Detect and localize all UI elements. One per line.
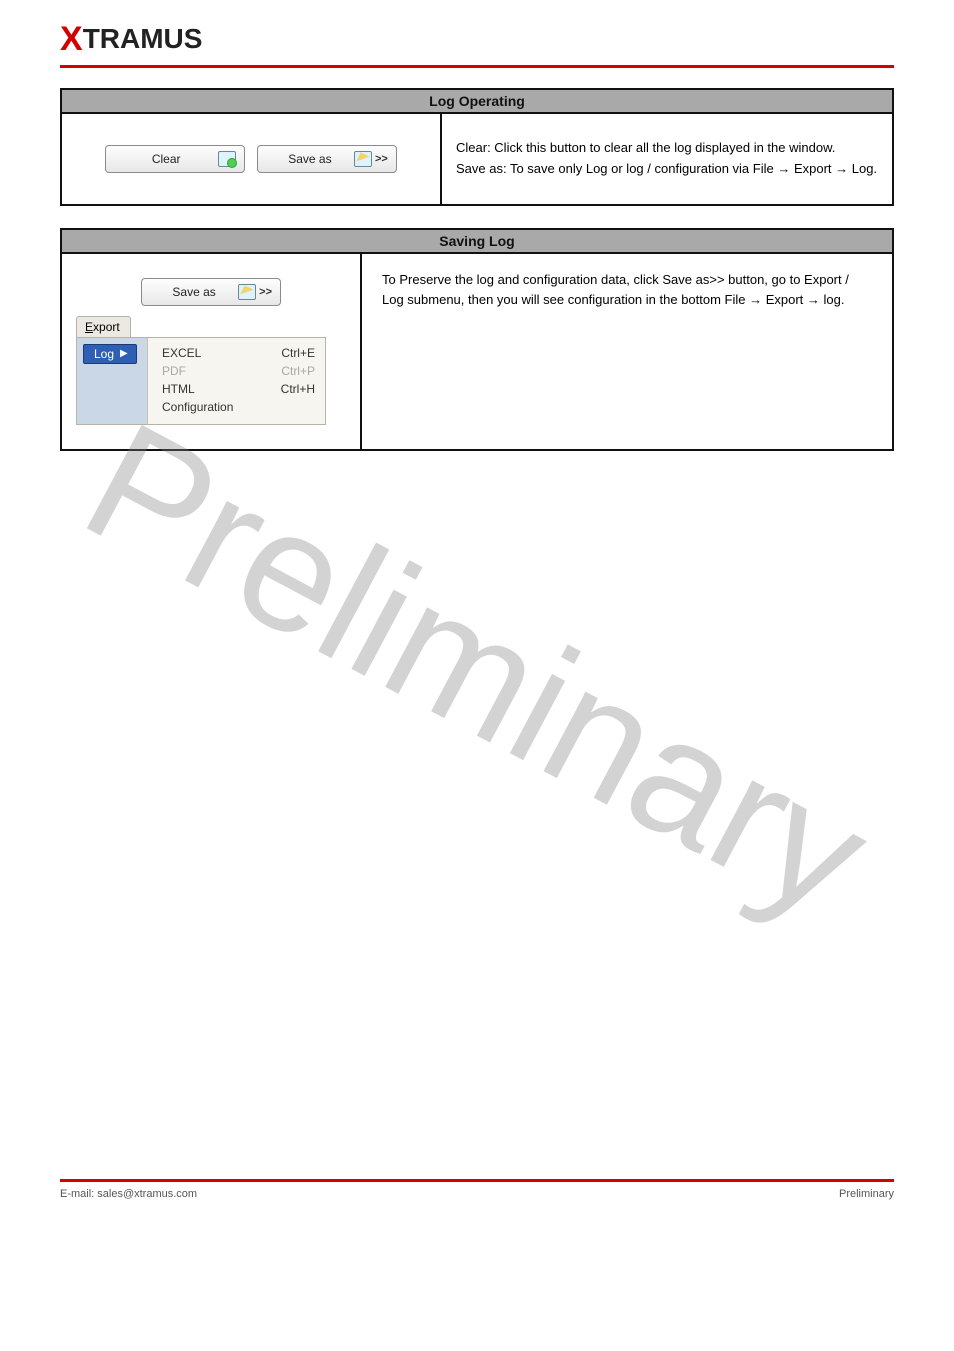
export-rest: xport: [93, 320, 120, 334]
saveas-button-label: Save as: [266, 152, 354, 166]
submenu-shortcut: Ctrl+H: [281, 382, 315, 396]
menu-left-rail: Log ▶: [77, 338, 147, 424]
saving-log-header: Saving Log: [61, 229, 893, 253]
log-menu-item[interactable]: Log ▶: [83, 344, 137, 364]
brand-x: X: [60, 20, 83, 58]
submenu-item-pdf[interactable]: PDF Ctrl+P: [162, 362, 315, 380]
saveas-chevron-2: >>: [259, 286, 272, 298]
footer-left: E-mail: sales@xtramus.com: [60, 1188, 197, 1200]
export-tab[interactable]: Export: [76, 316, 131, 337]
log-submenu: EXCEL Ctrl+E PDF Ctrl+P HTML Ctrl+H: [147, 338, 325, 424]
log-operating-header: Log Operating: [61, 89, 893, 113]
footer-right: Preliminary: [839, 1188, 894, 1200]
clear-button[interactable]: Clear: [105, 145, 245, 173]
log-menu-label: Log: [94, 347, 114, 361]
saving-log-table: Saving Log Save as >> Export: [60, 228, 894, 451]
saveas-icon-2: [238, 284, 256, 300]
submenu-label: PDF: [162, 364, 186, 378]
submenu-label: HTML: [162, 382, 195, 396]
footer: E-mail: sales@xtramus.com Preliminary: [60, 1179, 894, 1200]
clear-button-label: Clear: [114, 152, 218, 166]
submenu-shortcut: Ctrl+P: [281, 364, 315, 378]
desc-line: Save as: To save only Log or log / confi…: [456, 159, 878, 180]
saveas-button[interactable]: Save as >>: [257, 145, 397, 173]
brand-logo: XTRAMUS: [60, 23, 202, 54]
saveas-button-2[interactable]: Save as >>: [141, 278, 281, 306]
brand-rest: TRAMUS: [83, 23, 203, 54]
submenu-item-excel[interactable]: EXCEL Ctrl+E: [162, 344, 315, 362]
brand-bar: XTRAMUS: [60, 20, 894, 68]
saveas-icon: [354, 151, 372, 167]
chevron-right-icon: ▶: [120, 348, 128, 359]
saveas-chevron: >>: [375, 153, 388, 165]
watermark-text: Preliminary: [56, 384, 899, 956]
saving-log-left-cell: Save as >> Export: [61, 253, 361, 450]
saving-log-desc-cell: To Preserve the log and configuration da…: [361, 253, 893, 450]
submenu-shortcut: Ctrl+E: [281, 346, 315, 360]
submenu-label: EXCEL: [162, 346, 201, 360]
submenu-item-config[interactable]: Configuration: [162, 398, 315, 416]
clear-icon: [218, 151, 236, 167]
saveas-button-2-label: Save as: [150, 285, 238, 299]
log-operating-table: Log Operating Clear Save as >> Clear: Cl…: [60, 88, 894, 206]
log-operating-buttons-cell: Clear Save as >>: [61, 113, 441, 205]
export-menu: Export Log ▶ EX: [76, 316, 326, 425]
submenu-item-html[interactable]: HTML Ctrl+H: [162, 380, 315, 398]
desc-line: Clear: Click this button to clear all th…: [456, 138, 878, 159]
log-operating-desc-cell: Clear: Click this button to clear all th…: [441, 113, 893, 205]
desc-line: To Preserve the log and configuration da…: [382, 270, 872, 312]
export-underline: E: [85, 320, 93, 334]
submenu-label: Configuration: [162, 400, 233, 414]
